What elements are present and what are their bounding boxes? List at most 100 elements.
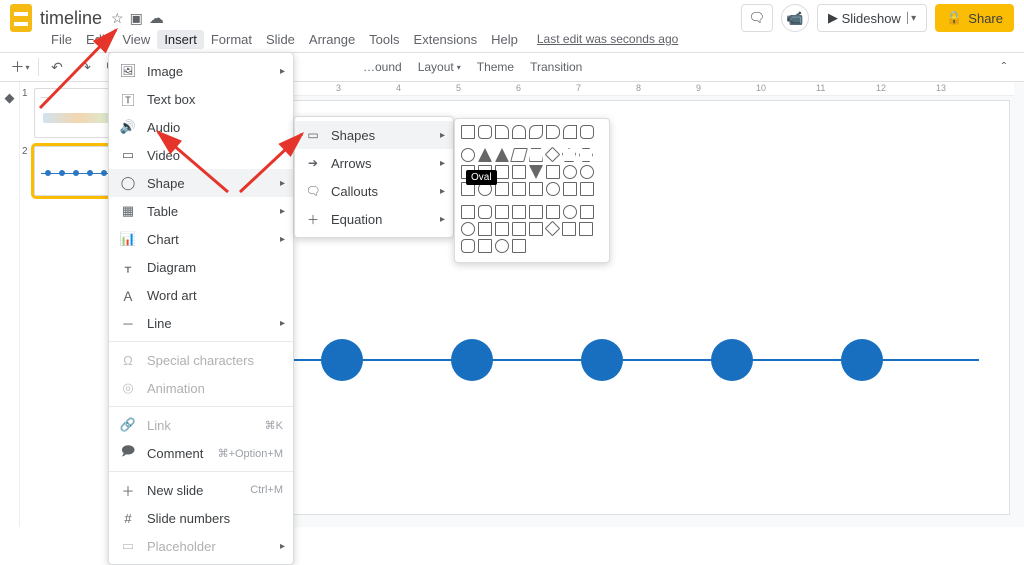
move-to-folder-icon[interactable]: ▣	[130, 10, 143, 27]
shape-cell[interactable]	[495, 222, 509, 236]
shape-triangle[interactable]	[478, 148, 492, 162]
shape-cell[interactable]	[563, 205, 577, 219]
cloud-status-icon[interactable]: ☁	[149, 9, 164, 27]
share-button[interactable]: 🔒 Share	[935, 4, 1014, 32]
new-slide-button[interactable]: ＋▾	[6, 54, 34, 80]
shape-cell[interactable]	[478, 205, 492, 219]
menu-edit[interactable]: Edit	[79, 30, 115, 49]
shape-cell[interactable]	[529, 205, 543, 219]
shape-callouts[interactable]: 🗨Callouts	[295, 177, 453, 205]
shape-round1[interactable]	[563, 125, 577, 139]
shape-cell[interactable]	[512, 205, 526, 219]
menu-format[interactable]: Format	[204, 30, 259, 49]
timeline-dot-shape[interactable]	[841, 339, 883, 381]
menu-extensions[interactable]: Extensions	[407, 30, 485, 49]
slideshow-button[interactable]: ▶ Slideshow │▾	[817, 4, 927, 32]
meet-button[interactable]: 📹	[781, 4, 809, 32]
shape-cell[interactable]	[580, 205, 594, 219]
insert-comment[interactable]: 🗩Comment⌘+Option+M	[109, 439, 293, 467]
timeline-dot-shape[interactable]	[581, 339, 623, 381]
shape-cell[interactable]	[546, 182, 560, 196]
shape-snip-diag[interactable]	[529, 125, 543, 139]
slides-logo[interactable]	[10, 4, 32, 32]
shape-rect[interactable]	[461, 125, 475, 139]
insert-video[interactable]: ▭Video	[109, 141, 293, 169]
shape-cell[interactable]	[495, 205, 509, 219]
insert-slide-numbers[interactable]: #Slide numbers	[109, 504, 293, 532]
comments-history-button[interactable]: 🗨	[741, 4, 773, 32]
document-title[interactable]: timeline	[40, 8, 102, 29]
shape-cell[interactable]	[546, 165, 560, 179]
shape-shapes[interactable]: ▭Shapes	[295, 121, 453, 149]
star-icon[interactable]: ☆	[111, 10, 124, 27]
shape-parallelogram[interactable]	[510, 148, 528, 162]
shape-cell[interactable]	[461, 239, 475, 253]
shape-snip1[interactable]	[495, 125, 509, 139]
shape-cell[interactable]	[580, 182, 594, 196]
layout-button[interactable]: Layout▾	[410, 60, 469, 74]
shape-pentagon[interactable]	[562, 148, 576, 162]
shape-cell[interactable]	[478, 222, 492, 236]
shape-right-triangle[interactable]	[495, 148, 509, 162]
insert-line[interactable]: ─Line	[109, 309, 293, 337]
shape-cell[interactable]	[478, 239, 492, 253]
shape-cell[interactable]	[512, 182, 526, 196]
shape-snip-round[interactable]	[546, 125, 560, 139]
shape-diamond[interactable]	[545, 147, 561, 163]
shape-trapezoid[interactable]	[529, 148, 543, 162]
undo-button[interactable]: ↶	[43, 54, 71, 80]
menu-slide[interactable]: Slide	[259, 30, 302, 49]
shape-snip2[interactable]	[512, 125, 526, 139]
shape-cell[interactable]	[529, 182, 543, 196]
insert-new-slide[interactable]: ＋New slideCtrl+M	[109, 476, 293, 504]
shape-cell[interactable]	[495, 182, 509, 196]
shape-equation[interactable]: ＋Equation	[295, 205, 453, 233]
insert-word-art[interactable]: ＡWord art	[109, 281, 293, 309]
shape-arrows[interactable]: ➔Arrows	[295, 149, 453, 177]
shape-cell[interactable]	[495, 239, 509, 253]
menu-help[interactable]: Help	[484, 30, 525, 49]
last-edit-link[interactable]: Last edit was seconds ago	[537, 32, 678, 46]
shape-round-rect[interactable]	[478, 125, 492, 139]
shape-cell[interactable]	[529, 165, 543, 179]
shape-cell[interactable]	[579, 222, 593, 236]
menu-insert[interactable]: Insert	[157, 30, 204, 49]
shape-cell[interactable]	[545, 221, 561, 237]
shape-cell[interactable]	[563, 165, 577, 179]
theme-button[interactable]: Theme	[469, 60, 522, 74]
shape-cell[interactable]	[546, 205, 560, 219]
shape-oval[interactable]	[461, 148, 475, 162]
timeline-dot-shape[interactable]	[321, 339, 363, 381]
timeline-dot-shape[interactable]	[451, 339, 493, 381]
shape-cell[interactable]	[512, 222, 526, 236]
redo-button[interactable]: ↷	[71, 54, 99, 80]
shape-cell[interactable]	[580, 165, 594, 179]
shape-cell[interactable]	[461, 205, 475, 219]
background-button[interactable]: …ound	[355, 60, 410, 74]
menu-tools[interactable]: Tools	[362, 30, 406, 49]
insert-chart[interactable]: 📊Chart	[109, 225, 293, 253]
insert-image[interactable]: 🖼Image	[109, 57, 293, 85]
explore-sidebar[interactable]: ◆	[0, 82, 20, 527]
insert-diagram[interactable]: ᚁDiagram	[109, 253, 293, 281]
insert-text-box[interactable]: 🅃Text box	[109, 85, 293, 113]
insert-table[interactable]: ▦Table	[109, 197, 293, 225]
insert-shape[interactable]: ◯Shape	[109, 169, 293, 197]
shape-cell[interactable]	[563, 182, 577, 196]
shape-cell[interactable]	[562, 222, 576, 236]
menu-view[interactable]: View	[115, 30, 157, 49]
shape-cell[interactable]	[512, 165, 526, 179]
menu-file[interactable]: File	[44, 30, 79, 49]
insert-audio[interactable]: 🔊Audio	[109, 113, 293, 141]
shape-cell[interactable]	[512, 239, 526, 253]
expand-toolbar-button[interactable]: ˆ	[990, 54, 1018, 80]
shape-round2[interactable]	[580, 125, 594, 139]
shape-cell[interactable]	[495, 165, 509, 179]
shape-cell[interactable]	[529, 222, 543, 236]
timeline-dot-shape[interactable]	[711, 339, 753, 381]
share-label: Share	[968, 11, 1003, 26]
shape-hexagon[interactable]	[579, 148, 593, 162]
transition-button[interactable]: Transition	[522, 60, 590, 74]
menu-arrange[interactable]: Arrange	[302, 30, 362, 49]
shape-cell[interactable]	[461, 222, 475, 236]
